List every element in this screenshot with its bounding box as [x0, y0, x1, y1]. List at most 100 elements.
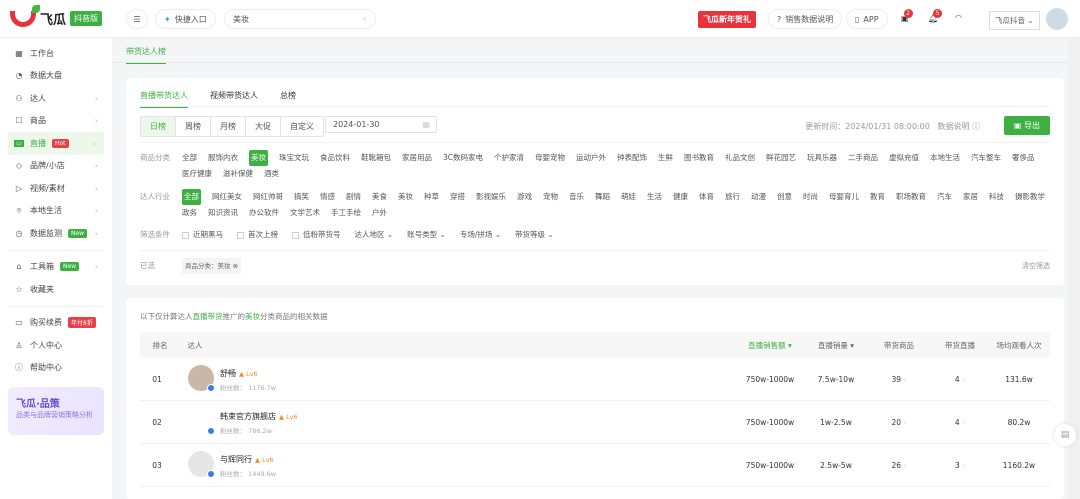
sidebar-item-brand[interactable]: ◇ 品牌/小店 ›	[0, 155, 112, 178]
category-option[interactable]: 食品饮料	[320, 150, 350, 166]
date-picker[interactable]: 2024-01-30 ▦	[325, 116, 437, 133]
category-option[interactable]: 母婴宠物	[535, 150, 565, 166]
industry-option[interactable]: 美食	[372, 189, 387, 205]
category-option[interactable]: 服饰内衣	[208, 150, 238, 166]
category-option[interactable]: 酒类	[264, 166, 279, 182]
account-type-dropdown[interactable]: 账号类型 ⌄	[407, 227, 446, 243]
pince-promo-card[interactable]: 飞瓜·品策 品类与品牌营销策略分析	[8, 387, 104, 435]
table-row[interactable]: 02 韩束官方旗舰店 ▲ Lv6 粉丝数： 786.2w 750w-1000w 1…	[140, 401, 1050, 444]
industry-option[interactable]: 游戏	[517, 189, 532, 205]
category-option[interactable]: 个护家清	[494, 150, 524, 166]
category-option[interactable]: 本地生活	[930, 150, 960, 166]
industry-option[interactable]: 宠物	[543, 189, 558, 205]
industry-option[interactable]: 情感	[320, 189, 335, 205]
industry-option[interactable]: 搞笑	[294, 189, 309, 205]
industry-option[interactable]: 汽车	[937, 189, 952, 205]
help-icon[interactable]: ⓘ	[972, 122, 980, 131]
category-option[interactable]: 虚拟充值	[889, 150, 919, 166]
industry-option[interactable]: 旅行	[725, 189, 740, 205]
sidebar-item-profile[interactable]: ♙ 个人中心	[0, 334, 112, 357]
period-promo[interactable]: 大促	[246, 117, 281, 136]
avatar[interactable]	[1046, 8, 1068, 30]
region-dropdown[interactable]: 达人地区 ⌄	[355, 227, 394, 243]
avatar[interactable]	[188, 451, 215, 478]
industry-option[interactable]: 网红美女	[212, 189, 242, 205]
selected-chip[interactable]: 商品分类：美妆 ⊗	[182, 258, 242, 274]
data-desc-link[interactable]: 数据说明	[937, 122, 969, 131]
notification-button[interactable]: 🔔︎ 5	[928, 9, 943, 23]
products-link[interactable]: 20 ›	[866, 401, 932, 443]
category-option[interactable]: 滋补保健	[223, 166, 253, 182]
category-option[interactable]: 玩具乐器	[807, 150, 837, 166]
lives-link[interactable]: 4 ›	[932, 401, 988, 443]
headset-icon[interactable]: ◠	[955, 13, 962, 22]
export-button[interactable]: ▣ 导出	[1003, 116, 1050, 135]
industry-option[interactable]: 生活	[647, 189, 662, 205]
sidebar-item-monitor[interactable]: ◷ 数据监测 New ›	[0, 222, 112, 245]
industry-option[interactable]: 知识资讯	[208, 205, 238, 221]
category-option[interactable]: 汽车整车	[971, 150, 1001, 166]
category-option[interactable]: 全部	[182, 150, 197, 166]
period-monthly[interactable]: 月榜	[211, 117, 246, 136]
industry-option[interactable]: 办公软件	[249, 205, 279, 221]
category-option[interactable]: 珠宝文玩	[279, 150, 309, 166]
industry-option[interactable]: 时尚	[803, 189, 818, 205]
industry-option[interactable]: 舞蹈	[595, 189, 610, 205]
sales-data-desc-button[interactable]: ? 销售数据说明	[768, 9, 843, 29]
industry-option[interactable]: 音乐	[569, 189, 584, 205]
checkbox-low-fans[interactable]: 低粉带货号	[292, 227, 341, 243]
industry-option[interactable]: 萌娃	[621, 189, 636, 205]
promo-banner[interactable]: 飞瓜新年贺礼	[698, 11, 756, 28]
category-option[interactable]: 奢侈品	[1012, 150, 1035, 166]
category-option[interactable]: 生鲜	[658, 150, 673, 166]
sidebar-item-influencer[interactable]: ⚇ 达人 ›	[0, 87, 112, 110]
sidebar-item-video[interactable]: ▷ 视频/素材 ›	[0, 177, 112, 200]
lives-link[interactable]: 3 ›	[932, 444, 988, 486]
industry-option[interactable]: 穿搭	[450, 189, 465, 205]
table-row[interactable]: 01 舒畅 ▲ Lv6 粉丝数： 1176.7w 750w-1000w 7.5w-…	[140, 358, 1050, 401]
category-option[interactable]: 鲜花园艺	[766, 150, 796, 166]
avatar[interactable]	[188, 408, 215, 435]
industry-option[interactable]: 网红帅哥	[253, 189, 283, 205]
industry-option[interactable]: 动漫	[751, 189, 766, 205]
category-option[interactable]: 家居用品	[402, 150, 432, 166]
industry-option[interactable]: 全部	[182, 189, 201, 205]
category-option[interactable]: 钟表配饰	[617, 150, 647, 166]
sidebar-item-live[interactable]: ▭ 直播 Hot ‹	[8, 132, 104, 155]
sidebar-item-favorites[interactable]: ☆ 收藏夹	[0, 278, 112, 301]
industry-option[interactable]: 手工手绘	[331, 205, 361, 221]
industry-option[interactable]: 文学艺术	[290, 205, 320, 221]
sidebar-item-help[interactable]: ⓘ 帮助中心	[0, 357, 112, 380]
level-dropdown[interactable]: 带货等级 ⌄	[515, 227, 554, 243]
industry-option[interactable]: 创意	[777, 189, 792, 205]
sidebar-item-workbench[interactable]: ▦ 工作台	[0, 42, 112, 65]
close-icon[interactable]: ⊗	[233, 262, 238, 270]
account-dropdown[interactable]: 飞瓜抖音 ⌄	[989, 11, 1040, 30]
lives-link[interactable]: 4 ›	[932, 358, 988, 400]
influencer-name[interactable]: 与辉同行 ▲ Lv6	[220, 454, 274, 465]
period-custom[interactable]: 自定义	[281, 117, 323, 136]
search-icon[interactable]: ⌕	[363, 14, 367, 24]
checkbox-dark-horse[interactable]: 近期黑马	[182, 227, 223, 243]
industry-option[interactable]: 家居	[963, 189, 978, 205]
industry-option[interactable]: 户外	[372, 205, 387, 221]
influencer-name[interactable]: 舒畅 ▲ Lv6	[220, 368, 258, 379]
calendar-float-button[interactable]: ▤	[1054, 424, 1076, 446]
quick-entry-button[interactable]: ✦ 快捷入口	[155, 9, 216, 29]
products-link[interactable]: 26 ›	[866, 444, 932, 486]
sidebar-item-dashboard[interactable]: ◔ 数据大盘	[0, 65, 112, 88]
sidebar-item-goods[interactable]: ☐ 商品 ›	[0, 110, 112, 133]
industry-option[interactable]: 摄影教学	[1015, 189, 1045, 205]
industry-option[interactable]: 职场教育	[896, 189, 926, 205]
menu-toggle-button[interactable]: ☰	[126, 9, 148, 29]
session-type-dropdown[interactable]: 专场/拼场 ⌄	[460, 227, 501, 243]
category-option[interactable]: 运动户外	[576, 150, 606, 166]
sidebar-item-local[interactable]: ⌾ 本地生活 ›	[0, 200, 112, 223]
industry-option[interactable]: 政务	[182, 205, 197, 221]
category-option[interactable]: 鞋靴箱包	[361, 150, 391, 166]
industry-option[interactable]: 健康	[673, 189, 688, 205]
sidebar-item-toolbox[interactable]: ⌂ 工具箱 New ›	[0, 256, 112, 279]
app-button[interactable]: ▯ APP	[846, 9, 888, 29]
influencer-name[interactable]: 韩束官方旗舰店 ▲ Lv6	[220, 411, 298, 422]
period-weekly[interactable]: 周榜	[176, 117, 211, 136]
